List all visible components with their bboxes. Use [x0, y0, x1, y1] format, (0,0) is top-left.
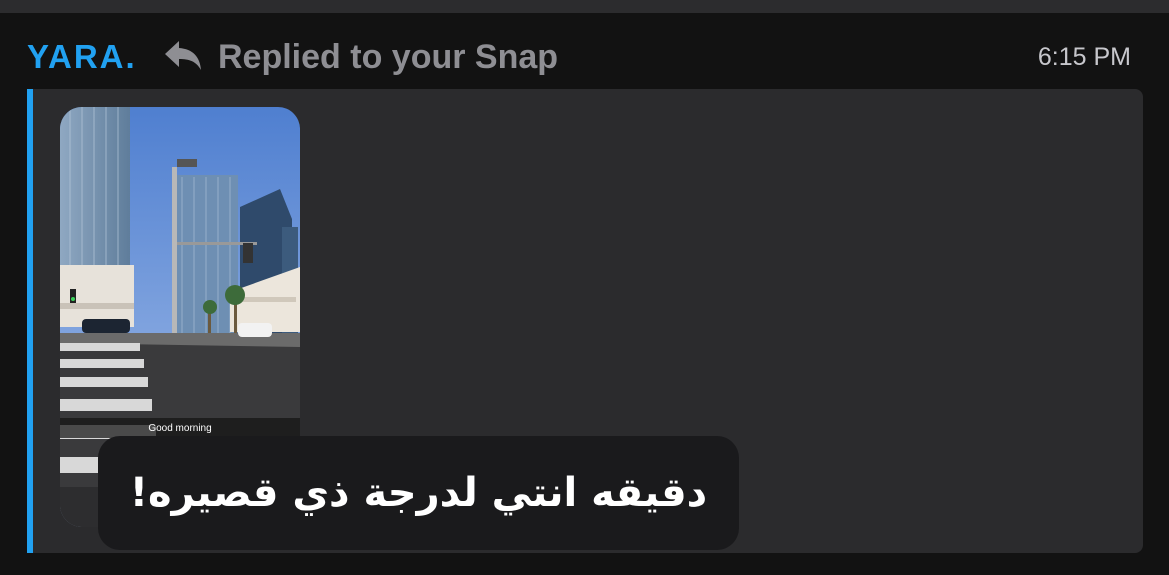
- reply-arrow-icon: [165, 41, 201, 70]
- reply-status-text: Replied to your Snap: [218, 38, 559, 76]
- reply-message-text: دقيقه انتي لدرجة ذي قصيره!: [129, 470, 708, 516]
- chat-header: YARA. Replied to your Snap 6:15 PM: [0, 13, 1169, 89]
- top-bar: [0, 0, 1169, 13]
- snap-caption: Good morning: [148, 423, 212, 434]
- snap-caption-bar: Good morning: [60, 418, 300, 438]
- message-timestamp: 6:15 PM: [1037, 43, 1131, 71]
- sender-name[interactable]: YARA.: [27, 37, 137, 77]
- reply-message-bubble[interactable]: دقيقه انتي لدرجة ذي قصيره!: [98, 436, 739, 550]
